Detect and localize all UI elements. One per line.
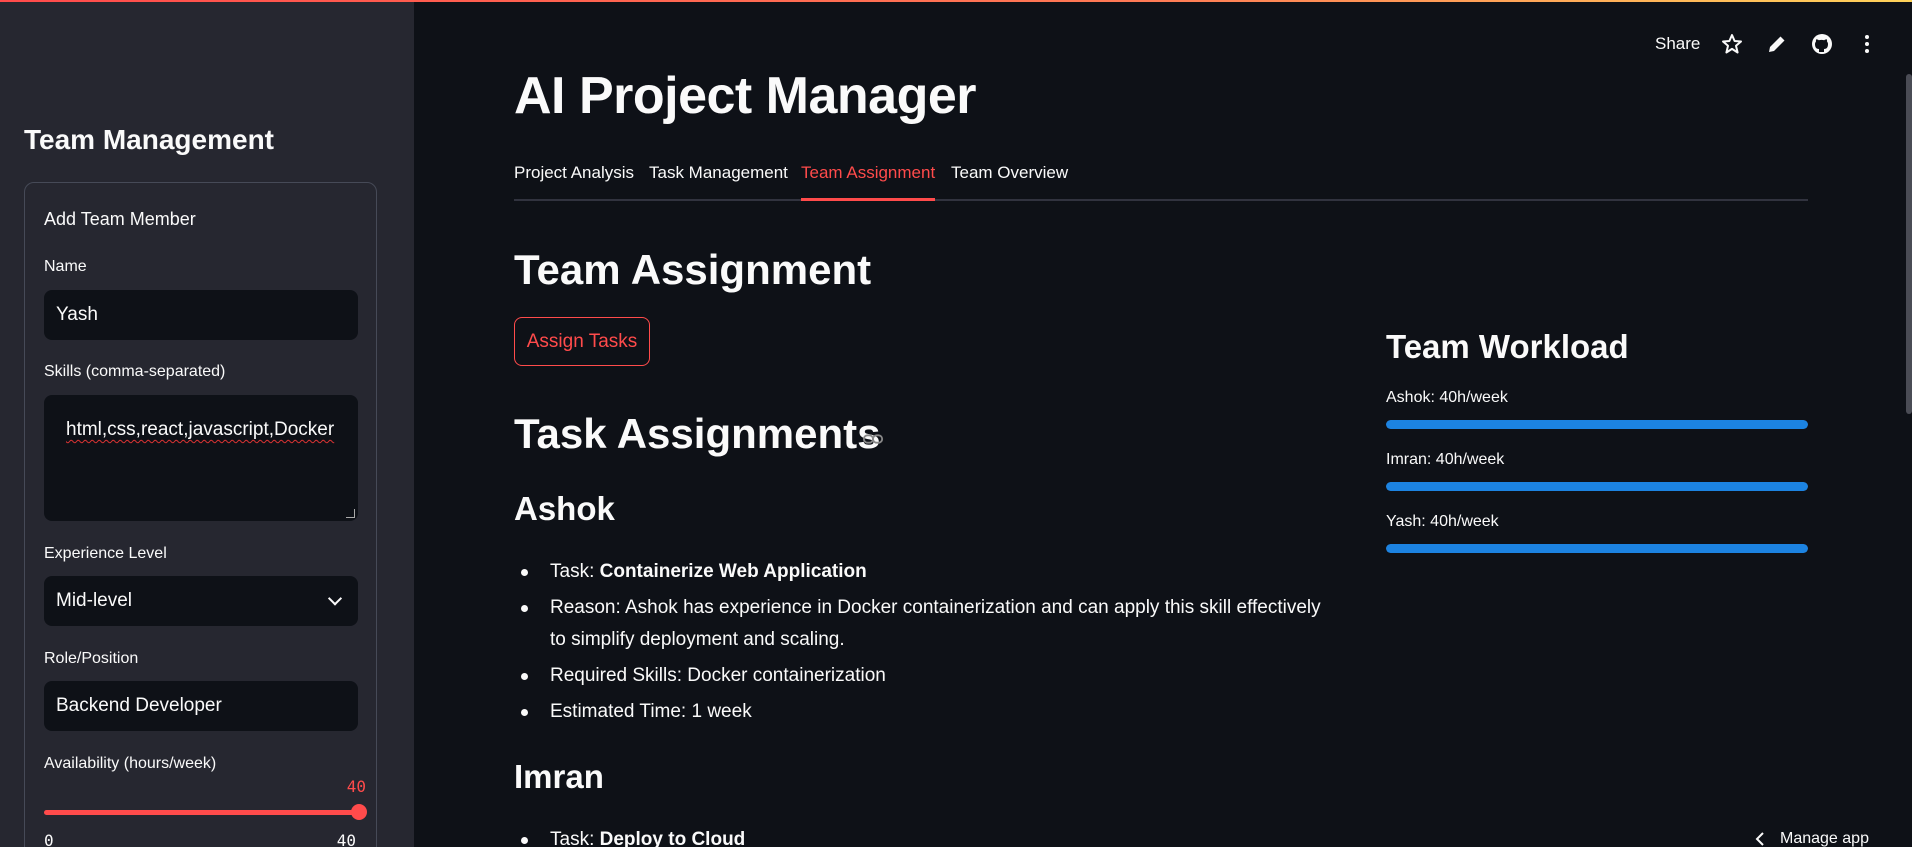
skills-textarea-value: html,css,react,javascript,Docker: [66, 419, 335, 440]
experience-label: Experience Level: [44, 545, 167, 562]
tab-team-assignment[interactable]: Team Assignment: [801, 163, 936, 201]
section-title: Team Assignment: [514, 246, 872, 293]
member-heading-ashok: Ashok: [514, 490, 615, 527]
share-button[interactable]: Share: [1655, 34, 1700, 54]
name-input-value: Yash: [56, 304, 98, 325]
page-title: AI Project Manager: [514, 67, 977, 125]
list-item: Task: Deploy to Cloud: [514, 824, 1334, 847]
workload-label-yash: Yash: 40h/week: [1386, 513, 1499, 530]
tab-task-management[interactable]: Task Management: [649, 163, 788, 201]
workload-progress-imran: [1386, 482, 1808, 491]
name-input[interactable]: Yash: [44, 290, 358, 340]
tab-project-analysis[interactable]: Project Analysis: [514, 163, 634, 201]
skills-label: Skills (comma-separated): [44, 363, 226, 380]
github-icon[interactable]: [1810, 32, 1834, 56]
chevron-left-icon: [1755, 832, 1764, 846]
sidebar-title-text: Team Management: [24, 124, 274, 155]
form-title: Add Team Member: [44, 209, 196, 229]
workload-title: Team Workload: [1386, 328, 1629, 365]
progress-fill: [1386, 482, 1808, 491]
scrollbar[interactable]: [1906, 74, 1912, 414]
list-item: Required Skills: Docker containerization: [514, 660, 1334, 692]
task-prefix: Task:: [550, 561, 600, 582]
list-item: Estimated Time: 1 week: [514, 696, 1334, 728]
chevron-down-icon: [327, 591, 343, 606]
tab-bar: Project Analysis Task Management Team As…: [514, 163, 1808, 201]
experience-select[interactable]: Mid-level: [44, 576, 358, 626]
slider-current-value: 40: [346, 777, 366, 796]
role-input[interactable]: Backend Developer: [44, 681, 358, 731]
availability-slider-thumb[interactable]: [351, 804, 367, 820]
link-icon[interactable]: [862, 428, 884, 450]
sidebar-title: Team Management: [24, 124, 274, 156]
assign-tasks-button[interactable]: Assign Tasks: [514, 317, 650, 366]
assignment-list-ashok: Task: Containerize Web Application Reaso…: [514, 556, 1334, 732]
availability-label: Availability (hours/week): [44, 755, 217, 772]
kebab-menu-icon[interactable]: [1855, 32, 1879, 56]
workload-progress-yash: [1386, 544, 1808, 553]
name-label: Name: [44, 258, 87, 275]
experience-select-value: Mid-level: [56, 590, 133, 611]
task-name: Containerize Web Application: [599, 561, 867, 582]
member-heading-imran: Imran: [514, 758, 604, 795]
workload-label-imran: Imran: 40h/week: [1386, 451, 1505, 468]
progress-fill: [1386, 420, 1808, 429]
slider-min-value: 0: [44, 831, 54, 847]
availability-slider-track[interactable]: [44, 810, 358, 815]
resize-handle-icon[interactable]: [346, 509, 355, 518]
workload-label-ashok: Ashok: 40h/week: [1386, 389, 1508, 406]
skills-textarea[interactable]: html,css,react,javascript,Docker: [44, 395, 358, 521]
role-input-value: Backend Developer: [56, 695, 222, 716]
manage-app-button[interactable]: Manage app: [1752, 828, 1912, 847]
progress-fill: [1386, 544, 1808, 553]
slider-max-value: 40: [336, 831, 356, 847]
assignment-list-imran: Task: Deploy to Cloud: [514, 824, 1334, 847]
list-item: Task: Containerize Web Application: [514, 556, 1334, 588]
sidebar: Team Management Add Team Member Name Yas…: [0, 2, 414, 847]
assignments-title: Task Assignments: [514, 410, 881, 457]
tab-team-overview[interactable]: Team Overview: [951, 163, 1068, 201]
manage-app-label: Manage app: [1780, 830, 1869, 847]
list-item: Reason: Ashok has experience in Docker c…: [514, 592, 1334, 656]
workload-progress-ashok: [1386, 420, 1808, 429]
star-icon[interactable]: [1720, 32, 1744, 56]
task-name: Deploy to Cloud: [599, 829, 746, 847]
role-label: Role/Position: [44, 650, 139, 667]
pencil-icon[interactable]: [1765, 32, 1789, 56]
task-prefix: Task:: [550, 829, 600, 847]
add-member-form: Add Team Member Name Yash Skills (comma-…: [24, 182, 377, 847]
